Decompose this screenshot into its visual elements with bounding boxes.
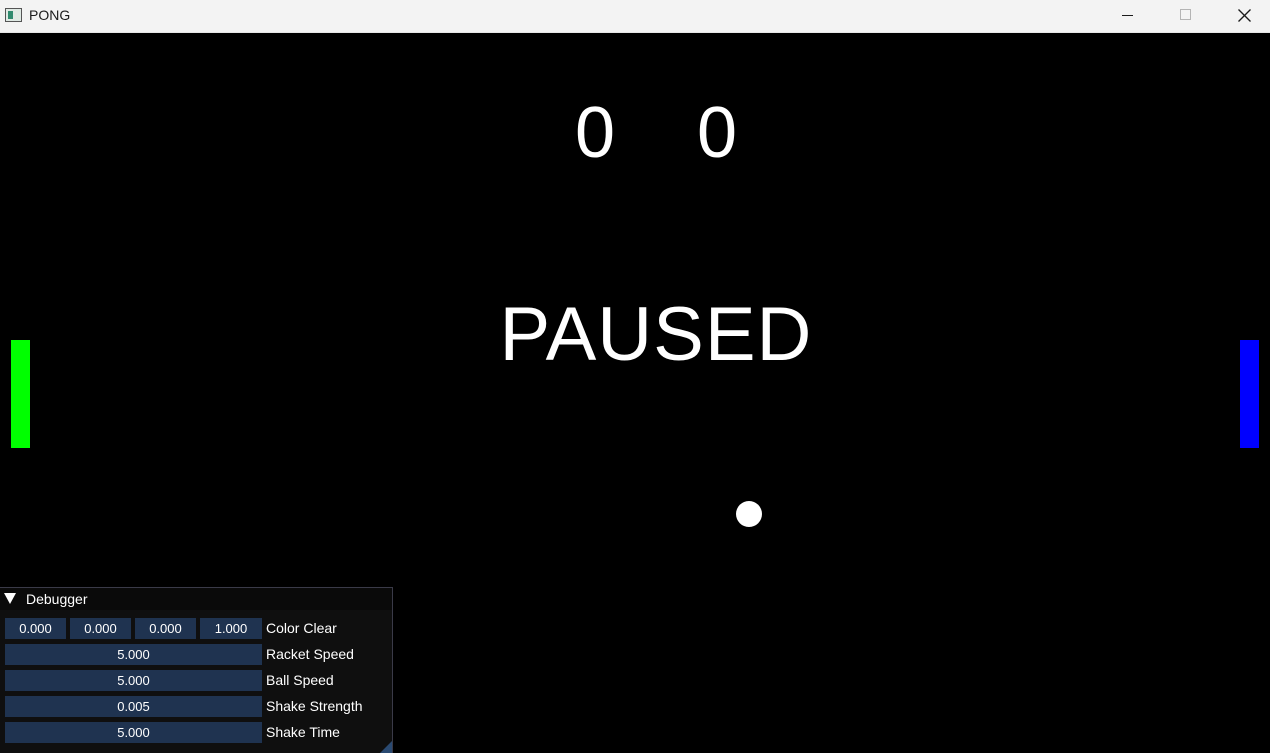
color-clear-r-field[interactable]: 0.000 bbox=[5, 618, 66, 639]
right-paddle bbox=[1240, 340, 1259, 448]
minimize-icon bbox=[1122, 15, 1133, 16]
ball-speed-label: Ball Speed bbox=[266, 672, 334, 688]
ball bbox=[736, 501, 762, 527]
color-clear-label: Color Clear bbox=[266, 620, 337, 636]
shake-time-field[interactable]: 5.000 bbox=[5, 722, 262, 743]
shake-time-row: 5.000 Shake Time bbox=[0, 722, 392, 743]
color-clear-a-field[interactable]: 1.000 bbox=[200, 618, 262, 639]
close-button[interactable] bbox=[1215, 0, 1270, 33]
shake-strength-label: Shake Strength bbox=[266, 698, 363, 714]
triangle-down-icon[interactable] bbox=[4, 593, 16, 604]
score-right: 0 bbox=[697, 93, 738, 173]
resize-grip-icon[interactable] bbox=[380, 741, 392, 753]
ball-speed-row: 5.000 Ball Speed bbox=[0, 670, 392, 691]
debugger-title: Debugger bbox=[26, 591, 88, 607]
close-icon bbox=[1238, 9, 1251, 22]
racket-speed-label: Racket Speed bbox=[266, 646, 354, 662]
racket-speed-field[interactable]: 5.000 bbox=[5, 644, 262, 665]
color-clear-g-field[interactable]: 0.000 bbox=[70, 618, 131, 639]
color-clear-row: 0.000 0.000 0.000 1.000 Color Clear bbox=[0, 618, 392, 639]
debugger-header[interactable]: Debugger bbox=[0, 588, 392, 610]
window-title: PONG bbox=[29, 7, 71, 23]
paused-text: PAUSED bbox=[499, 292, 813, 377]
racket-speed-row: 5.000 Racket Speed bbox=[0, 644, 392, 665]
minimize-button[interactable] bbox=[1099, 0, 1157, 33]
maximize-icon bbox=[1180, 9, 1191, 20]
debugger-panel[interactable]: Debugger 0.000 0.000 0.000 1.000 Color C… bbox=[0, 587, 393, 753]
shake-time-label: Shake Time bbox=[266, 724, 340, 740]
left-paddle bbox=[11, 340, 30, 448]
shake-strength-field[interactable]: 0.005 bbox=[5, 696, 262, 717]
color-clear-b-field[interactable]: 0.000 bbox=[135, 618, 196, 639]
title-bar: PONG bbox=[0, 0, 1270, 33]
shake-strength-row: 0.005 Shake Strength bbox=[0, 696, 392, 717]
score-left: 0 bbox=[575, 93, 616, 173]
maximize-button[interactable] bbox=[1157, 0, 1215, 33]
app-window-icon bbox=[5, 8, 22, 22]
ball-speed-field[interactable]: 5.000 bbox=[5, 670, 262, 691]
